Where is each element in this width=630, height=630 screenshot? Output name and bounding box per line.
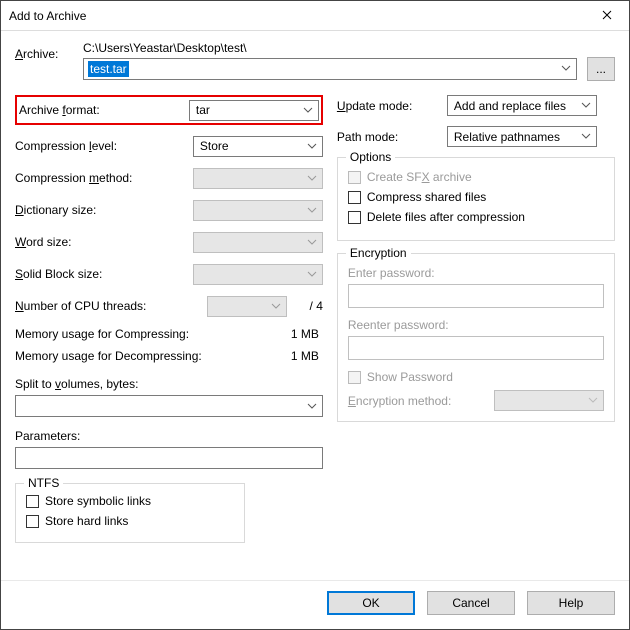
close-button[interactable] [584,1,629,31]
mem-decompress-label: Memory usage for Decompressing: [15,349,202,363]
cpu-threads-combo[interactable] [207,296,287,317]
chevron-down-icon [306,400,318,415]
split-volumes-combo[interactable] [15,395,323,417]
chevron-down-icon [306,268,318,283]
archive-label: Archive: [15,41,75,61]
dictionary-size-label: Dictionary size: [15,203,193,217]
titlebar: Add to Archive [1,1,629,31]
store-symbolic-links-label: Store symbolic links [45,494,151,508]
show-password-label: Show Password [367,370,453,384]
chevron-down-icon [306,236,318,251]
create-sfx-label: Create SFX archive [367,170,472,184]
reenter-password-label: Reenter password: [348,318,604,332]
dictionary-size-combo[interactable] [193,200,323,221]
chevron-down-icon [270,300,282,315]
path-mode-combo[interactable]: Relative pathnames [447,126,597,147]
encryption-method-combo [494,390,604,411]
chevron-down-icon [580,99,592,114]
split-volumes-label: Split to volumes, bytes: [15,377,323,391]
delete-after-checkbox[interactable] [348,211,361,224]
compression-level-label: Compression level: [15,139,193,153]
mem-decompress-value: 1 MB [259,349,319,363]
mem-compress-label: Memory usage for Compressing: [15,327,189,341]
archive-filename-combo[interactable]: test.tar [83,58,577,80]
browse-label: ... [596,62,606,76]
chevron-down-icon [560,62,572,77]
archive-format-highlight: Archive format: tar [15,95,323,125]
cancel-button[interactable]: Cancel [427,591,515,615]
ntfs-legend: NTFS [24,476,63,490]
reenter-password-input[interactable] [348,336,604,360]
chevron-down-icon [587,394,599,409]
path-mode-value: Relative pathnames [454,130,560,144]
encryption-method-label: Encryption method: [348,394,451,408]
create-sfx-checkbox [348,171,361,184]
update-mode-label: Update mode: [337,99,447,113]
ok-button[interactable]: OK [327,591,415,615]
solid-block-size-label: Solid Block size: [15,267,193,281]
encryption-legend: Encryption [346,246,411,260]
add-to-archive-dialog: Add to Archive Archive: C:\Users\Yeastar… [0,0,630,630]
compression-level-value: Store [200,139,229,153]
compress-shared-label: Compress shared files [367,190,486,204]
word-size-combo[interactable] [193,232,323,253]
store-hard-links-label: Store hard links [45,514,128,528]
chevron-down-icon [306,140,318,155]
compress-shared-checkbox[interactable] [348,191,361,204]
cpu-threads-suffix: / 4 [293,299,323,313]
chevron-down-icon [306,204,318,219]
archive-format-combo[interactable]: tar [189,100,319,121]
options-group: Options Create SFX archive Compress shar… [337,157,615,241]
delete-after-label: Delete files after compression [367,210,525,224]
cpu-threads-label: Number of CPU threads: [15,299,207,313]
archive-filename-value: test.tar [88,61,129,77]
archive-format-value: tar [196,103,210,117]
window-title: Add to Archive [9,9,86,23]
ntfs-group: NTFS Store symbolic links Store hard lin… [15,483,245,543]
word-size-label: Word size: [15,235,193,249]
help-button[interactable]: Help [527,591,615,615]
compression-level-combo[interactable]: Store [193,136,323,157]
mem-compress-value: 1 MB [259,327,319,341]
browse-button[interactable]: ... [587,57,615,81]
update-mode-value: Add and replace files [454,99,566,113]
enter-password-label: Enter password: [348,266,604,280]
encryption-group: Encryption Enter password: Reenter passw… [337,253,615,422]
chevron-down-icon [580,130,592,145]
store-symbolic-links-checkbox[interactable] [26,495,39,508]
enter-password-input[interactable] [348,284,604,308]
dialog-footer: OK Cancel Help [1,580,629,629]
chevron-down-icon [306,172,318,187]
close-icon [602,9,612,23]
chevron-down-icon [302,104,314,119]
compression-method-label: Compression method: [15,171,193,185]
show-password-checkbox [348,371,361,384]
parameters-label: Parameters: [15,429,323,443]
solid-block-size-combo[interactable] [193,264,323,285]
compression-method-combo[interactable] [193,168,323,189]
path-mode-label: Path mode: [337,130,447,144]
archive-format-label: Archive format: [19,103,189,117]
archive-path: C:\Users\Yeastar\Desktop\test\ [83,41,615,55]
parameters-input[interactable] [15,447,323,469]
update-mode-combo[interactable]: Add and replace files [447,95,597,116]
store-hard-links-checkbox[interactable] [26,515,39,528]
options-legend: Options [346,150,395,164]
